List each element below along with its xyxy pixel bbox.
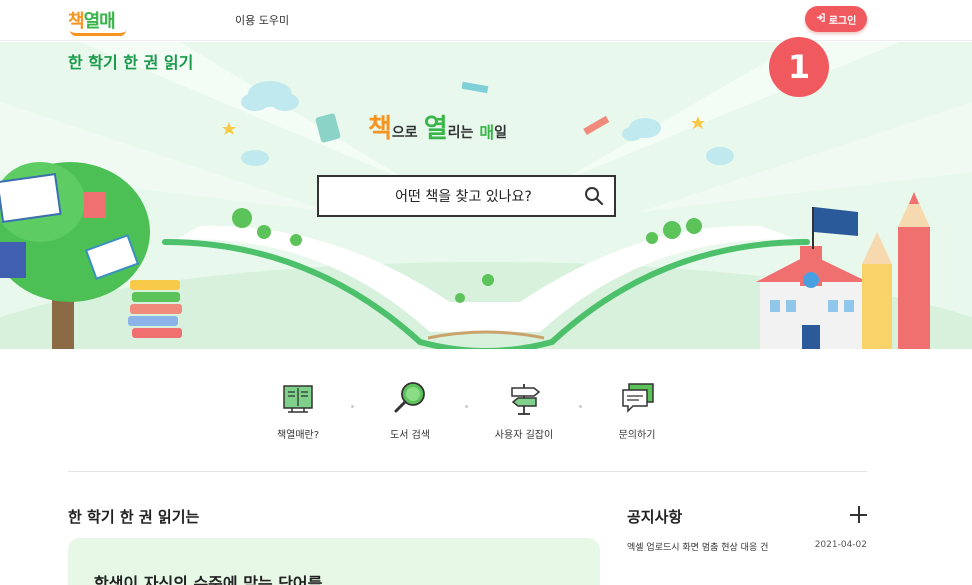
quick-menu-label: 도서 검색 — [390, 430, 430, 441]
quick-menu-about[interactable]: 책열매란? — [253, 370, 343, 441]
site-logo[interactable]: 책열매 — [68, 5, 130, 37]
step-badge: 1 — [769, 37, 829, 97]
intro-card: 학생이 자신의 수준에 맞는 단어를 — [68, 538, 600, 585]
quick-menu-label: 사용자 길잡이 — [494, 430, 554, 441]
quick-menu: 책열매란? 도서 검색 사용자 길잡이 문의하기 — [0, 370, 972, 460]
slogan-word-3: 열 — [423, 114, 448, 144]
logo-book-shape — [70, 30, 126, 36]
hero-banner: 한 학기 한 권 읽기 책 으로 열 리는 매 일 어떤 책을 찾고 있나요? — [0, 42, 972, 349]
search-placeholder: 어떤 책을 찾고 있나요? — [395, 189, 532, 205]
quick-menu-inquiry[interactable]: 문의하기 — [592, 370, 682, 441]
quick-menu-search[interactable]: 도서 검색 — [365, 370, 455, 441]
chat-bubble-icon — [617, 378, 657, 418]
signpost-icon — [504, 378, 544, 418]
hero-slogan: 책 으로 열 리는 매 일 — [368, 116, 513, 142]
quick-menu-guide[interactable]: 사용자 길잡이 — [479, 370, 569, 441]
nav-help-link[interactable]: 이용 도우미 — [235, 12, 289, 28]
notice-item-title: 엑셀 업로드시 화면 멈춤 현상 대응 건 — [627, 543, 769, 553]
login-icon — [816, 13, 825, 25]
quick-menu-label: 문의하기 — [618, 430, 656, 441]
search-icon[interactable] — [584, 186, 604, 206]
intro-section-title: 한 학기 한 권 읽기는 — [68, 508, 200, 526]
slogan-word-6: 일 — [494, 125, 507, 141]
magnifier-icon — [390, 378, 430, 418]
notice-title: 공지사항 — [627, 508, 683, 526]
slogan-word-2: 으로 — [391, 125, 418, 141]
book-stand-icon — [278, 378, 318, 418]
notice-item-date: 2021-04-02 — [814, 540, 867, 550]
book-search-input[interactable]: 어떤 책을 찾고 있나요? — [317, 175, 616, 217]
hero-title: 한 학기 한 권 읽기 — [68, 53, 194, 72]
menu-separator — [579, 405, 582, 408]
top-header: 책열매 이용 도우미 로그인 — [0, 0, 972, 41]
quick-menu-label: 책열매란? — [276, 430, 320, 441]
plus-icon[interactable] — [850, 506, 868, 524]
notice-item[interactable]: 엑셀 업로드시 화면 멈춤 현상 대응 건 2021-04-02 — [627, 540, 867, 554]
login-label: 로그인 — [828, 15, 857, 27]
slogan-word-5: 매 — [479, 123, 495, 142]
menu-separator — [351, 405, 354, 408]
intro-text: 학생이 자신의 수준에 맞는 단어를 — [94, 574, 323, 585]
section-divider — [68, 471, 867, 472]
menu-separator — [465, 405, 468, 408]
slogan-word-4: 리는 — [447, 125, 474, 141]
slogan-word-1: 책 — [368, 114, 392, 144]
login-button[interactable]: 로그인 — [805, 6, 867, 32]
